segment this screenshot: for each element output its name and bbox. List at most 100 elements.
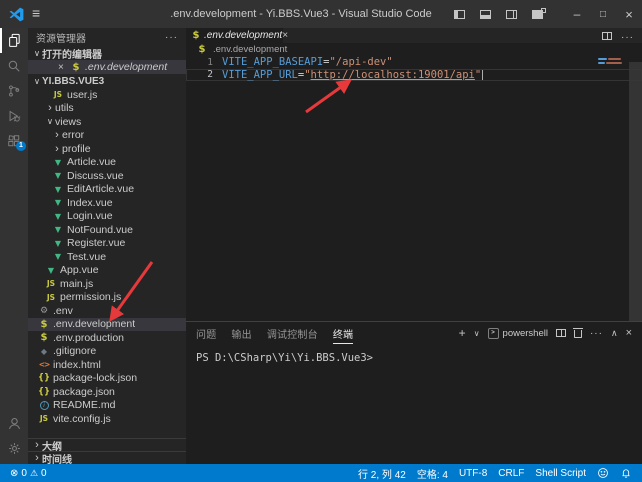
split-editor-icon[interactable]: [602, 32, 612, 40]
terminal-output[interactable]: PS D:\CSharp\Yi\Yi.BBS.Vue3>: [186, 344, 642, 364]
tree-item-editarticle-vue[interactable]: ▼EditArticle.vue: [28, 183, 186, 197]
terminal-prompt: PS D:\CSharp\Yi\Yi.BBS.Vue3>: [196, 352, 373, 364]
vue-file-icon: ▼: [52, 225, 64, 234]
close-window-button[interactable]: [616, 0, 642, 28]
tree-item--env-production[interactable]: $.env.production: [28, 331, 186, 345]
split-terminal-icon[interactable]: [556, 329, 566, 337]
minimize-button[interactable]: [564, 0, 590, 28]
close-tab-icon[interactable]: ×: [282, 30, 288, 41]
tree-item-package-lock-json[interactable]: {}package-lock.json: [28, 372, 186, 386]
close-panel-icon[interactable]: ×: [626, 327, 632, 339]
tree-item-readme-md[interactable]: iREADME.md: [28, 399, 186, 413]
tree-item-label: error: [62, 129, 84, 141]
new-terminal-icon[interactable]: [459, 326, 466, 340]
status-item[interactable]: 空格: 4: [417, 466, 448, 481]
project-section[interactable]: YI.BBS.VUE3: [28, 74, 186, 88]
tree-item-test-vue[interactable]: ▼Test.vue: [28, 250, 186, 264]
open-editors-section[interactable]: 打开的编辑器: [28, 46, 186, 60]
panel-tab-terminal-active[interactable]: 终端: [333, 322, 353, 344]
env-file-icon: $: [191, 30, 201, 41]
panel-tab-item[interactable]: 调试控制台: [267, 322, 318, 344]
maximize-button[interactable]: [590, 0, 616, 28]
panel-more-actions-icon[interactable]: [590, 328, 603, 339]
tab-env-development[interactable]: $ .env.development ×: [186, 28, 283, 43]
maximize-panel-icon[interactable]: [611, 328, 618, 339]
status-item[interactable]: UTF-8: [459, 468, 487, 479]
tree-item-views[interactable]: views: [28, 115, 186, 129]
tree-item-utils[interactable]: utils: [28, 102, 186, 116]
source-control-icon[interactable]: [0, 78, 28, 103]
vue-file-icon: ▼: [52, 239, 64, 248]
env-file-icon: $: [38, 332, 50, 343]
toggle-secondary-sidebar-icon[interactable]: [498, 0, 524, 28]
tree-item-label: .env.development: [53, 318, 135, 330]
gear-file-icon: ⚙: [38, 306, 50, 316]
breadcrumb-label: .env.development: [213, 44, 287, 55]
tree-item--env-development[interactable]: $.env.development: [28, 318, 186, 332]
tree-item--gitignore[interactable]: ◆.gitignore: [28, 345, 186, 359]
breadcrumb[interactable]: $ .env.development: [186, 43, 642, 56]
explorer-more-actions-icon[interactable]: [165, 32, 178, 43]
editor-scrollbar[interactable]: [629, 62, 642, 321]
menu-icon[interactable]: [32, 5, 40, 23]
editor-more-actions-icon[interactable]: [621, 27, 634, 45]
tree-item-error[interactable]: error: [28, 129, 186, 143]
account-icon[interactable]: [0, 411, 28, 436]
kill-terminal-icon[interactable]: [574, 330, 582, 338]
powershell-icon[interactable]: [488, 328, 499, 339]
panel-tab-item[interactable]: 问题: [196, 322, 216, 344]
tree-item-package-json[interactable]: {}package.json: [28, 385, 186, 399]
status-item[interactable]: Shell Script: [535, 468, 586, 479]
terminal-dropdown-icon[interactable]: [474, 328, 480, 339]
tree-item-vite-config-js[interactable]: JSvite.config.js: [28, 412, 186, 426]
search-icon[interactable]: [0, 53, 28, 78]
feedback-icon[interactable]: [597, 467, 609, 479]
tree-item-main-js[interactable]: JSmain.js: [28, 277, 186, 291]
tree-item-label: Discuss.vue: [67, 170, 124, 182]
tree-item-label: NotFound.vue: [67, 224, 133, 236]
tree-item-profile[interactable]: profile: [28, 142, 186, 156]
tree-item-label: utils: [55, 102, 74, 114]
js-file-icon: JS: [52, 90, 64, 99]
tree-item-index-vue[interactable]: ▼Index.vue: [28, 196, 186, 210]
tree-item-register-vue[interactable]: ▼Register.vue: [28, 237, 186, 251]
tree-item-app-vue[interactable]: ▼App.vue: [28, 264, 186, 278]
problems-status[interactable]: 0 0: [10, 468, 47, 479]
line-content: VITE_APP_URL="http://localhost:19001/api…: [222, 69, 483, 81]
tree-item-notfound-vue[interactable]: ▼NotFound.vue: [28, 223, 186, 237]
open-editor-item-env-development[interactable]: × $ .env.development: [28, 60, 186, 74]
run-debug-icon[interactable]: [0, 103, 28, 128]
tree-item--env[interactable]: ⚙.env: [28, 304, 186, 318]
settings-gear-icon[interactable]: [0, 436, 28, 461]
code-line-1[interactable]: 1VITE_APP_BASEAPI="/api-dev": [186, 56, 642, 69]
tree-item-user-js[interactable]: JSuser.js: [28, 88, 186, 102]
tree-item-permission-js[interactable]: JSpermission.js: [28, 291, 186, 305]
notifications-bell-icon[interactable]: [620, 467, 632, 479]
code-line-2[interactable]: 2VITE_APP_URL="http://localhost:19001/ap…: [186, 69, 642, 82]
tree-item-label: Test.vue: [67, 251, 106, 263]
close-editor-icon[interactable]: ×: [58, 62, 70, 73]
window-title: .env.development - Yi.BBS.Vue3 - Visual …: [120, 8, 482, 20]
customize-layout-icon[interactable]: [524, 0, 550, 28]
minimap[interactable]: [598, 58, 626, 66]
status-bar: 0 0 行 2, 列 42 空格: 4 UTF-8 CRLF Shell Script: [0, 464, 642, 482]
env-file-icon: $: [70, 62, 82, 73]
extensions-icon[interactable]: 1: [0, 128, 28, 153]
status-item[interactable]: CRLF: [498, 468, 524, 479]
shell-label[interactable]: powershell: [503, 328, 548, 339]
explorer-icon[interactable]: [0, 28, 28, 53]
outline-section[interactable]: 大纲: [28, 438, 186, 451]
git-file-icon: ◆: [38, 347, 50, 356]
panel-tab-item[interactable]: 输出: [231, 322, 251, 344]
tree-item-label: .env: [53, 305, 73, 317]
tree-item-index-html[interactable]: <>index.html: [28, 358, 186, 372]
tree-item-label: EditArticle.vue: [67, 183, 134, 195]
tree-item-article-vue[interactable]: ▼Article.vue: [28, 156, 186, 170]
tree-item-login-vue[interactable]: ▼Login.vue: [28, 210, 186, 224]
timeline-section[interactable]: 时间线: [28, 451, 186, 464]
status-item[interactable]: 行 2, 列 42: [358, 466, 406, 481]
line-content: VITE_APP_BASEAPI="/api-dev": [222, 56, 393, 68]
code-editor[interactable]: 1VITE_APP_BASEAPI="/api-dev"2VITE_APP_UR…: [186, 56, 642, 321]
panel-tab-bar: 问题输出调试控制台终端 powershell ×: [186, 322, 642, 344]
tree-item-discuss-vue[interactable]: ▼Discuss.vue: [28, 169, 186, 183]
